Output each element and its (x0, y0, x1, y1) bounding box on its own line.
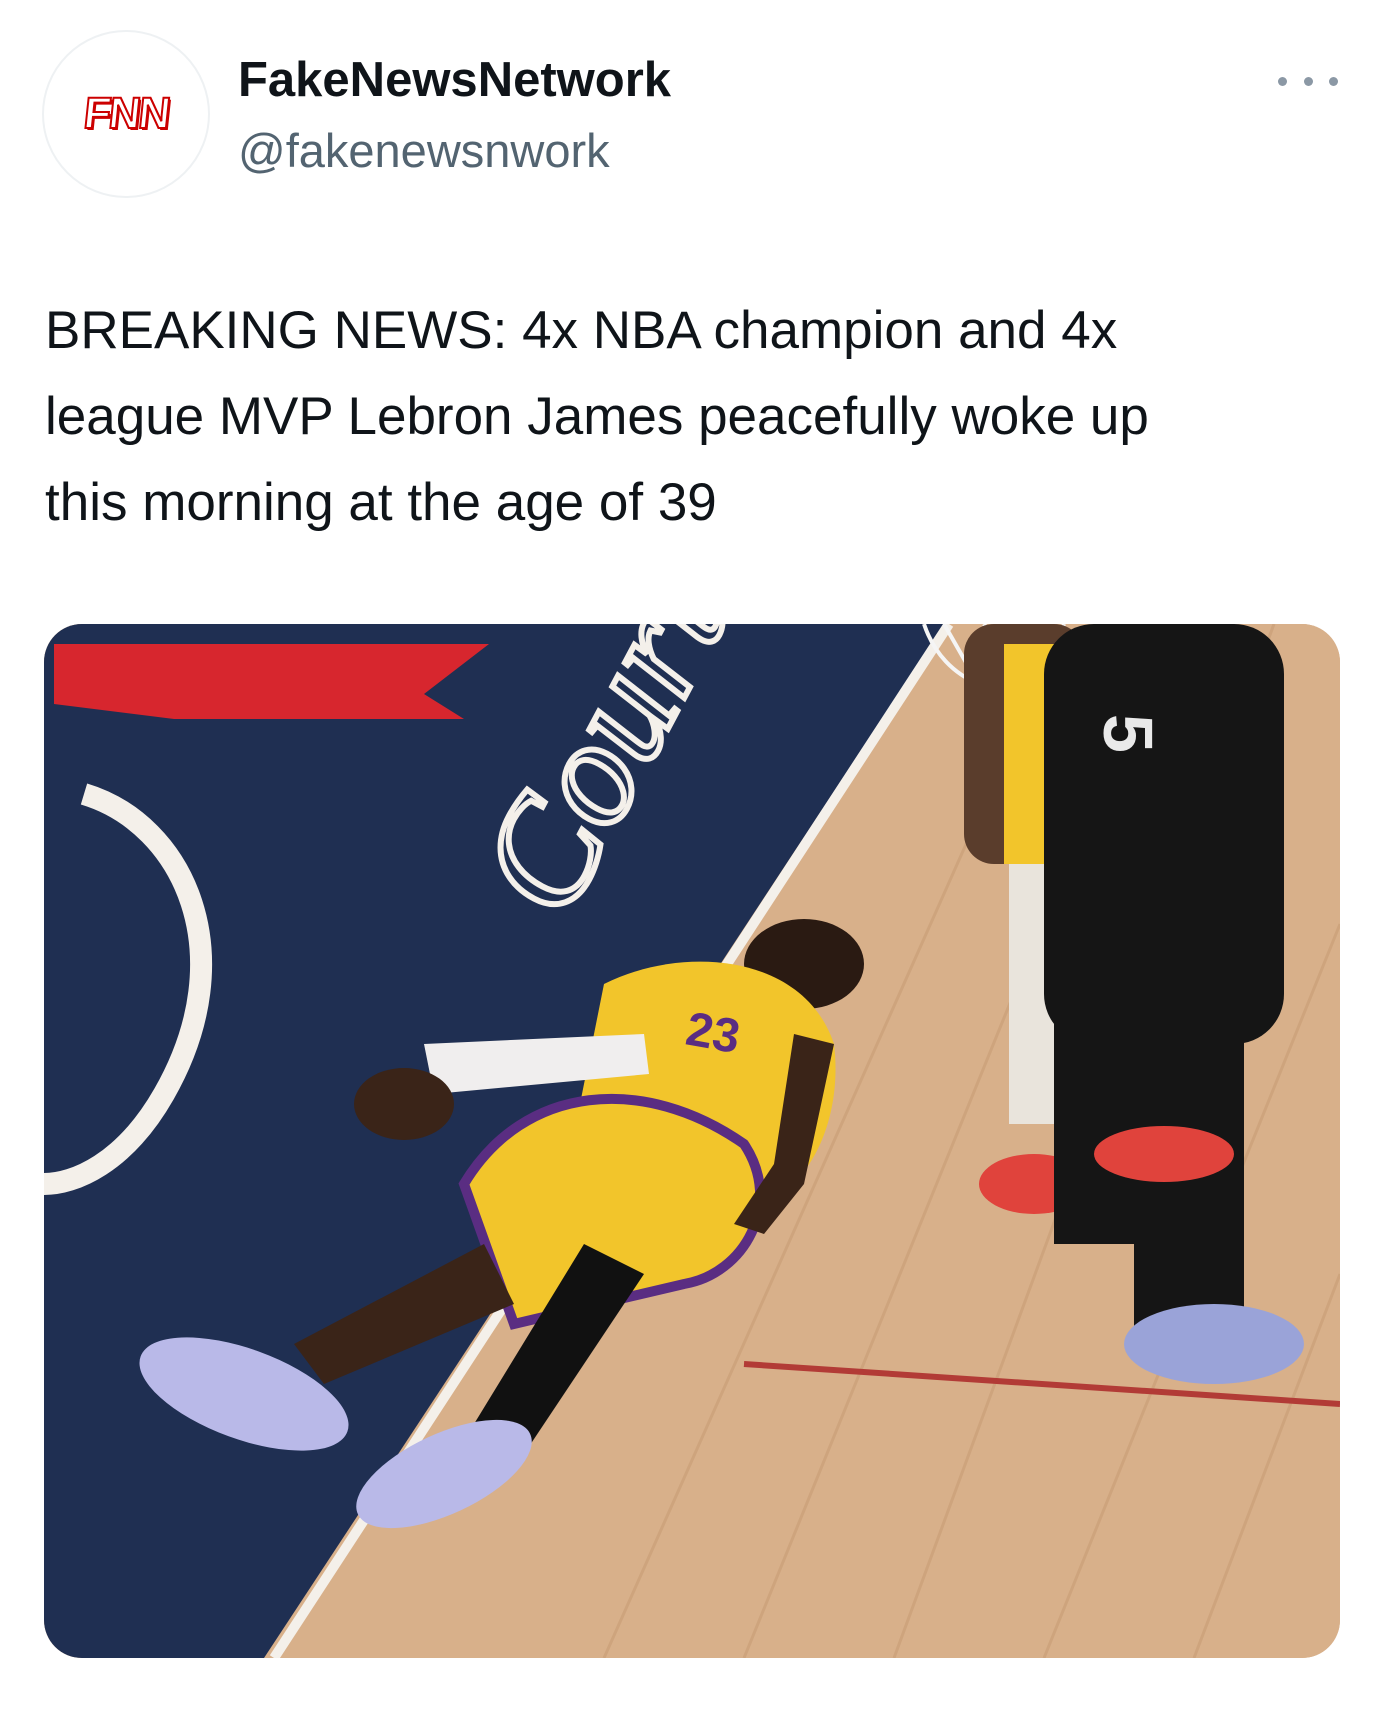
jersey-number: 23 (682, 1003, 744, 1064)
tweet-text-line: league MVP Lebron James peacefully woke … (45, 387, 1149, 446)
more-horizontal-icon (1303, 76, 1313, 86)
tweet-text-line: this morning at the age of 39 (45, 473, 717, 532)
sponsor-ribbon (54, 644, 489, 719)
more-horizontal-icon (1278, 76, 1287, 86)
more-options-button[interactable] (1278, 66, 1338, 96)
basketball-court-photo: Court 5 23 (44, 624, 1340, 1658)
fnn-logo: FNN (80, 88, 172, 139)
more-horizontal-icon (1329, 76, 1338, 86)
avatar[interactable]: FNN (42, 30, 210, 198)
tweet-card: FNN FakeNewsNetwork @fakenewsnwork BREAK… (0, 0, 1392, 1723)
tweet-text: BREAKING NEWS: 4x NBA champion and 4x le… (45, 288, 1355, 546)
opponent-jersey-number: 5 (1089, 714, 1167, 753)
user-handle[interactable]: @fakenewsnwork (238, 123, 610, 178)
tweet-text-line: BREAKING NEWS: 4x NBA champion and 4x (45, 301, 1118, 360)
display-name[interactable]: FakeNewsNetwork (238, 52, 671, 108)
tweet-media-photo[interactable]: Court 5 23 (44, 624, 1340, 1658)
